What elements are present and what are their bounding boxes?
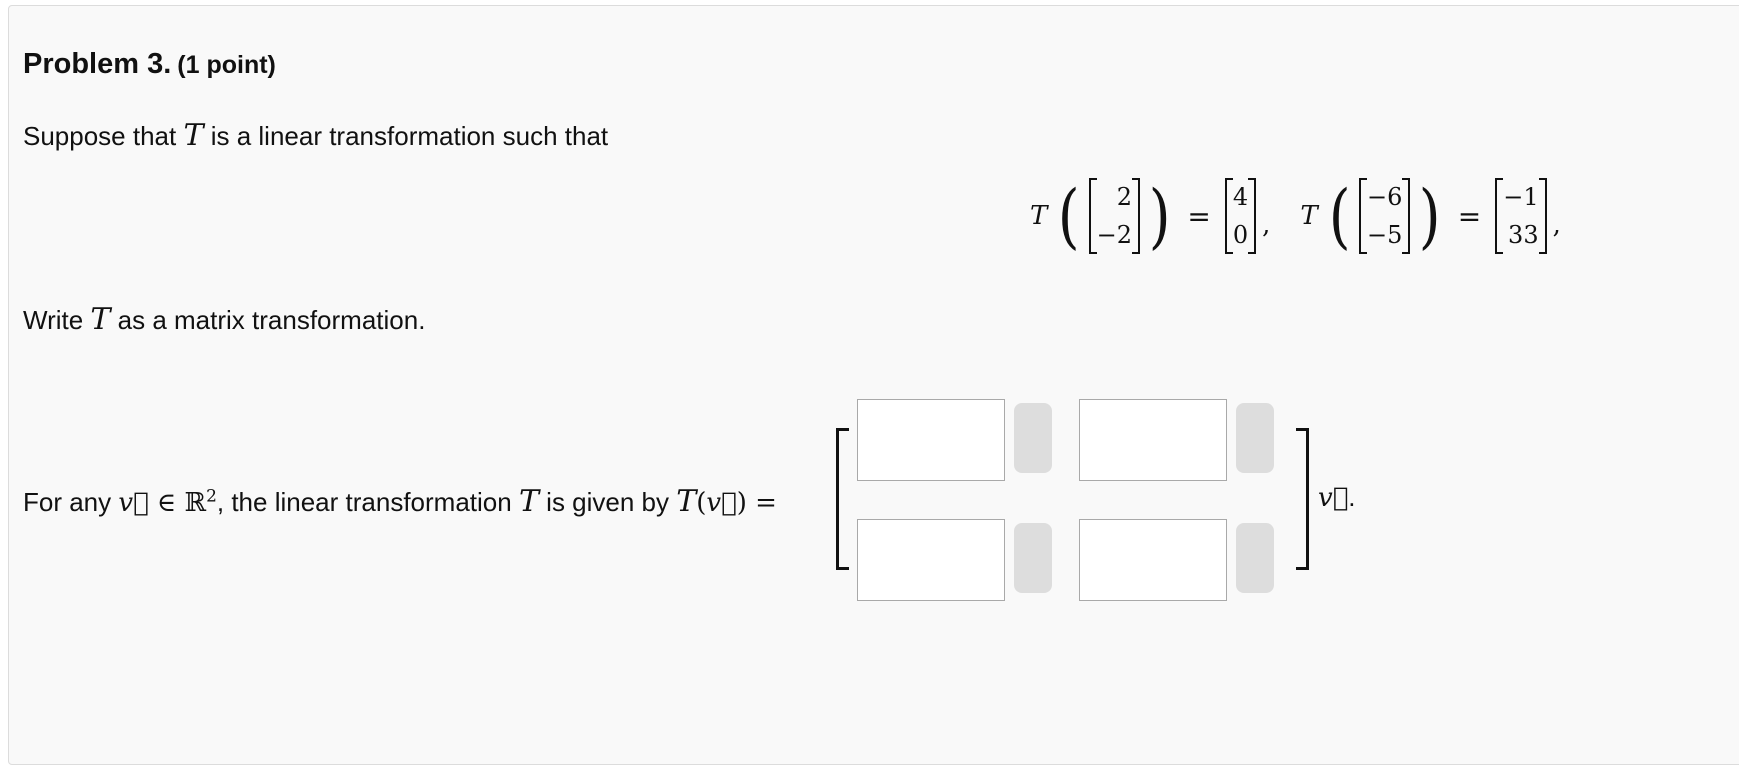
vec-v: v⃗ <box>118 488 149 518</box>
w2-entry-1: −1 <box>1503 183 1539 211</box>
matrix-left-bracket <box>836 428 849 570</box>
real-numbers: ℝ <box>184 488 207 518</box>
v2-entry-1: −6 <box>1367 183 1403 211</box>
problem-points: (1 point) <box>177 51 276 79</box>
tail-vec-v: v⃗ <box>1318 483 1349 513</box>
prompt-part-1: For any <box>23 487 119 517</box>
given-T1: T <box>1030 201 1048 231</box>
rparen-1: ) <box>1148 175 1171 257</box>
intro-text: Suppose that T is a linear transformatio… <box>23 118 608 153</box>
separator-comma: , <box>1262 210 1271 240</box>
prompt-close-paren: ) <box>736 488 747 518</box>
prompt-part-3: is given by <box>538 487 677 517</box>
v2-entry-2: −5 <box>1367 221 1403 249</box>
vector-w1: 4 0 <box>1224 178 1257 254</box>
instruction-text: Write T as a matrix transformation. <box>23 302 425 337</box>
vector-w2: −1 33 <box>1495 178 1547 254</box>
matrix-right-bracket <box>1296 428 1309 570</box>
prompt-part-2: , the linear transformation <box>216 487 519 517</box>
problem-number: Problem 3. <box>23 48 172 80</box>
w1-entry-2: 0 <box>1232 221 1249 249</box>
rparen-2: ) <box>1419 175 1442 257</box>
matrix-input-r1c2[interactable] <box>1079 399 1227 481</box>
w2-entry-2: 33 <box>1508 221 1539 249</box>
dimension-sup: 2 <box>206 486 217 507</box>
element-of: ∈ <box>148 488 185 518</box>
intro-var: T <box>183 118 204 153</box>
v1-entry-2: −2 <box>1096 221 1133 249</box>
vector-v1: 2 −2 <box>1088 178 1141 254</box>
w1-entry-1: 4 <box>1232 183 1249 211</box>
instruction-before: Write <box>23 305 91 335</box>
vector-v2: −6 −5 <box>1359 178 1411 254</box>
equals-2: = <box>1457 199 1482 233</box>
prompt-vec-v2: v⃗ <box>706 488 737 518</box>
equals-1: = <box>1187 199 1211 233</box>
answer-prompt: For any v⃗ ∈ ℝ2, the linear transformati… <box>23 484 777 519</box>
matrix-input-r2c1-feedback[interactable] <box>1014 523 1052 593</box>
instruction-var: T <box>90 302 111 337</box>
problem-title: Problem 3. (1 point) <box>23 48 276 81</box>
prompt-Tv: T <box>676 484 697 519</box>
intro-after: is a linear transformation such that <box>203 121 609 151</box>
matrix-input-r2c1[interactable] <box>857 519 1005 601</box>
prompt-T: T <box>518 484 539 519</box>
answer-tail: v⃗. <box>1318 482 1356 513</box>
intro-before: Suppose that <box>23 121 184 151</box>
v1-entry-1: 2 <box>1116 183 1133 211</box>
prompt-open-paren: ( <box>696 488 707 518</box>
given-equations: T ( 2 −2 ) = 4 0 , T ( −6 −5 ) = −1 33 , <box>1030 178 1561 254</box>
tail-period: . <box>1348 482 1356 512</box>
matrix-input-r1c1-feedback[interactable] <box>1014 403 1052 473</box>
matrix-input-r1c2-feedback[interactable] <box>1236 403 1274 473</box>
lparen-1: ( <box>1058 175 1080 257</box>
instruction-after: as a matrix transformation. <box>110 305 426 335</box>
lparen-2: ( <box>1328 175 1351 257</box>
matrix-input-r1c1[interactable] <box>857 399 1005 481</box>
matrix-input-r2c2[interactable] <box>1079 519 1227 601</box>
given-T2: T <box>1300 201 1318 231</box>
end-comma: , <box>1552 210 1561 240</box>
prompt-equals: = <box>746 488 777 518</box>
matrix-input-r2c2-feedback[interactable] <box>1236 523 1274 593</box>
